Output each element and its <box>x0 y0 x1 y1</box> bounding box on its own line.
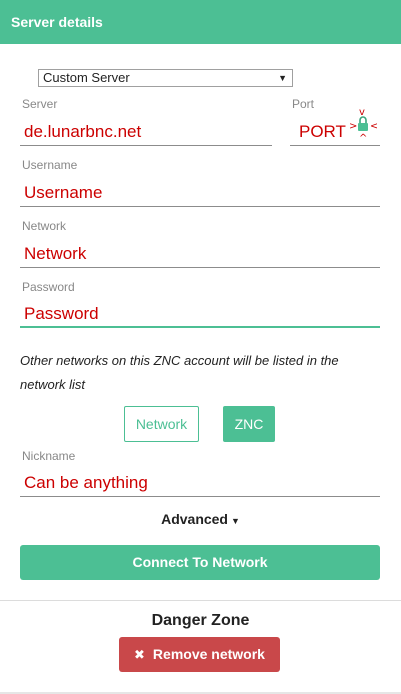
caret-down-icon: ▼ <box>231 516 240 526</box>
svg-text:>: > <box>349 121 357 132</box>
danger-zone-title: Danger Zone <box>151 612 250 629</box>
network-mode-button[interactable]: Network <box>124 406 199 442</box>
panel-title: Server details <box>11 14 103 30</box>
lock-icon: v > < ^ <box>349 107 378 144</box>
nickname-value: Can be anything <box>24 473 148 492</box>
advanced-toggle[interactable]: Advanced ▼ <box>0 511 401 527</box>
network-list-note: Other networks on this ZNC account will … <box>20 353 339 392</box>
remove-network-label: Remove network <box>152 646 265 662</box>
nickname-label: Nickname <box>22 449 76 463</box>
nickname-input[interactable]: Can be anything <box>20 467 380 497</box>
remove-network-button[interactable]: ✖ Remove network <box>119 637 280 672</box>
caret-down-icon: ▼ <box>278 73 287 83</box>
username-label: Username <box>22 158 78 172</box>
svg-text:^: ^ <box>359 133 367 142</box>
close-icon: ✖ <box>134 647 145 662</box>
network-value: Network <box>24 244 87 263</box>
server-value: de.lunarbnc.net <box>24 122 142 141</box>
znc-mode-button[interactable]: ZNC <box>223 406 275 442</box>
port-value: PORT <box>299 122 346 141</box>
port-label: Port <box>292 97 315 111</box>
tls-lock-toggle[interactable]: v > < ^ <box>349 106 378 144</box>
password-value: Password <box>24 304 99 323</box>
network-label: Network <box>22 219 67 233</box>
username-input[interactable]: Username <box>20 177 380 207</box>
password-label: Password <box>22 280 75 294</box>
network-input[interactable]: Network <box>20 238 380 268</box>
server-input[interactable]: de.lunarbnc.net <box>20 116 272 146</box>
password-input[interactable]: Password <box>20 298 380 328</box>
server-label: Server <box>22 97 58 111</box>
server-select-value: Custom Server <box>43 70 130 85</box>
panel-header: Server details <box>0 0 401 44</box>
svg-text:<: < <box>370 121 377 132</box>
server-select[interactable]: Custom Server ▼ <box>38 69 293 87</box>
advanced-label: Advanced <box>161 511 228 527</box>
connect-button[interactable]: Connect To Network <box>20 545 380 580</box>
section-divider <box>0 600 401 601</box>
username-value: Username <box>24 183 103 202</box>
